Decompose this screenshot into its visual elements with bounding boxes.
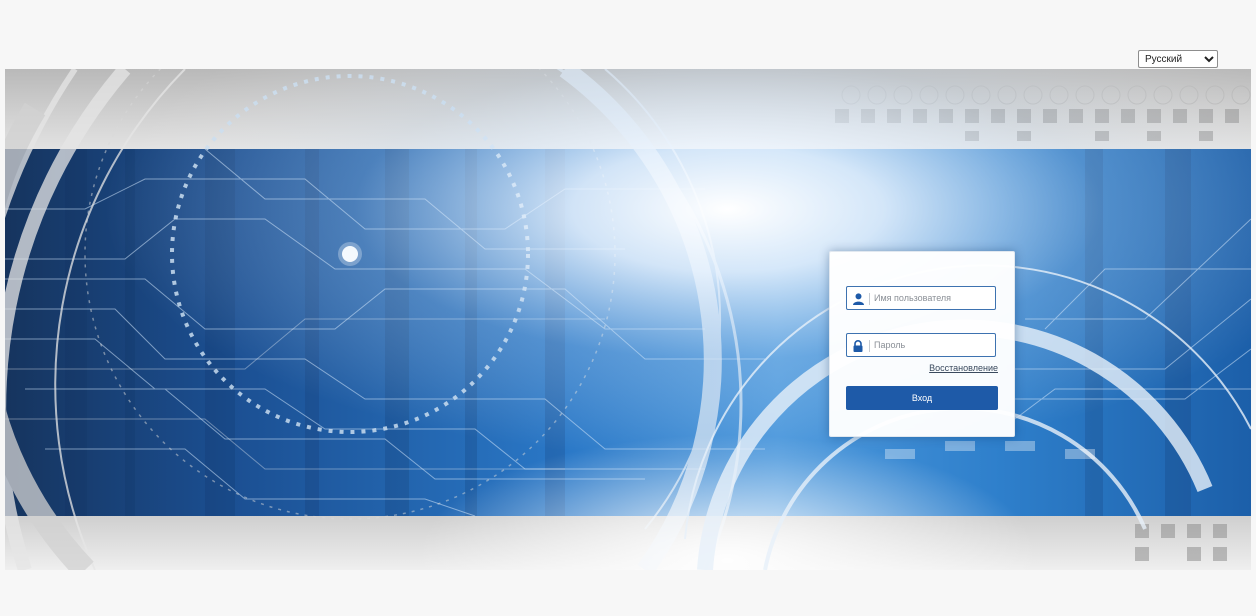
hero-background-art [5,69,1251,570]
recovery-link[interactable]: Восстановление [929,363,998,373]
login-panel: Восстановление Вход [829,251,1015,437]
password-field-box[interactable] [846,333,996,357]
username-field-box[interactable] [846,286,996,310]
field-separator [869,340,870,352]
field-separator [869,293,870,305]
language-select[interactable]: Русский [1138,50,1218,68]
username-input[interactable] [874,287,991,309]
password-input[interactable] [874,334,991,356]
hero-banner: Восстановление Вход [5,69,1251,570]
lock-icon [852,339,864,352]
user-icon [852,292,864,305]
login-button[interactable]: Вход [846,386,998,410]
